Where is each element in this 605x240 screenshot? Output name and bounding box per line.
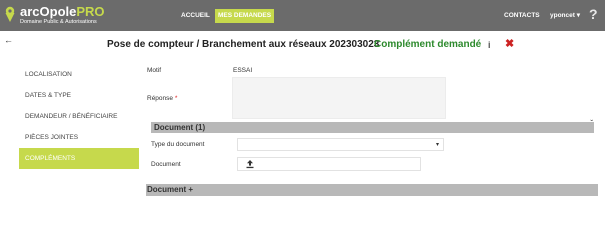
document-type-label: Type du document	[151, 141, 205, 148]
required-mark: *	[174, 95, 178, 102]
upload-icon[interactable]	[245, 159, 255, 169]
document-section-title: Document (1)	[154, 123, 206, 132]
motif-label: Motif	[147, 67, 162, 74]
top-navigation-bar: arcOpolePRO Domaine Public & Autorisatio…	[0, 0, 605, 31]
status-badge: Complément demandé	[374, 39, 482, 50]
reponse-label: Réponse *	[147, 95, 178, 102]
page-title: Pose de compteur / Branchement aux résea…	[107, 39, 380, 50]
app-name: arcOpolePRO	[20, 4, 105, 19]
sidebar-item-complements[interactable]: COMPLÉMENTS	[19, 148, 139, 169]
add-document-bar[interactable]: Document +	[146, 184, 598, 196]
help-icon[interactable]: ?	[589, 5, 598, 23]
close-icon[interactable]: ✖	[505, 38, 514, 50]
page: arcOpolePRO Domaine Public & Autorisatio…	[0, 0, 605, 202]
chevron-down-icon[interactable]: ˇ	[590, 119, 593, 129]
app-logo[interactable]: arcOpolePRO Domaine Public & Autorisatio…	[3, 4, 123, 28]
caret-down-icon: ▾	[435, 142, 439, 148]
add-document-button[interactable]: Document +	[147, 184, 193, 196]
document-upload-field[interactable]	[237, 157, 421, 171]
arcopole-logo-icon	[5, 6, 15, 22]
reponse-textarea[interactable]	[232, 77, 446, 119]
info-icon[interactable]: i	[488, 39, 491, 51]
app-tagline: Domaine Public & Autorisations	[20, 19, 97, 25]
sidebar-item-pieces-jointes[interactable]: PIÈCES JOINTES	[19, 127, 139, 148]
sidebar-item-dates-type[interactable]: DATES & TYPE	[19, 85, 139, 106]
nav-contacts[interactable]: CONTACTS	[501, 9, 543, 23]
nav-accueil[interactable]: ACCUEIL	[178, 9, 213, 23]
motif-value: ESSAI	[233, 67, 253, 74]
document-file-label: Document	[151, 161, 181, 168]
nav-mes-demandes[interactable]: MES DEMANDES	[215, 9, 275, 23]
user-menu[interactable]: yponcet ▾	[547, 9, 583, 23]
document-section-header[interactable]: Document (1) ˇ	[151, 119, 594, 133]
sidebar-item-localisation[interactable]: LOCALISATION	[19, 64, 139, 85]
app-name-suffix: PRO	[76, 4, 105, 19]
plus-icon: +	[188, 185, 194, 194]
document-type-select[interactable]: ▾	[237, 138, 444, 151]
sidebar-item-demandeur[interactable]: DEMANDEUR / BÉNÉFICIAIRE	[19, 106, 139, 127]
back-arrow-icon[interactable]: ←	[4, 35, 13, 45]
